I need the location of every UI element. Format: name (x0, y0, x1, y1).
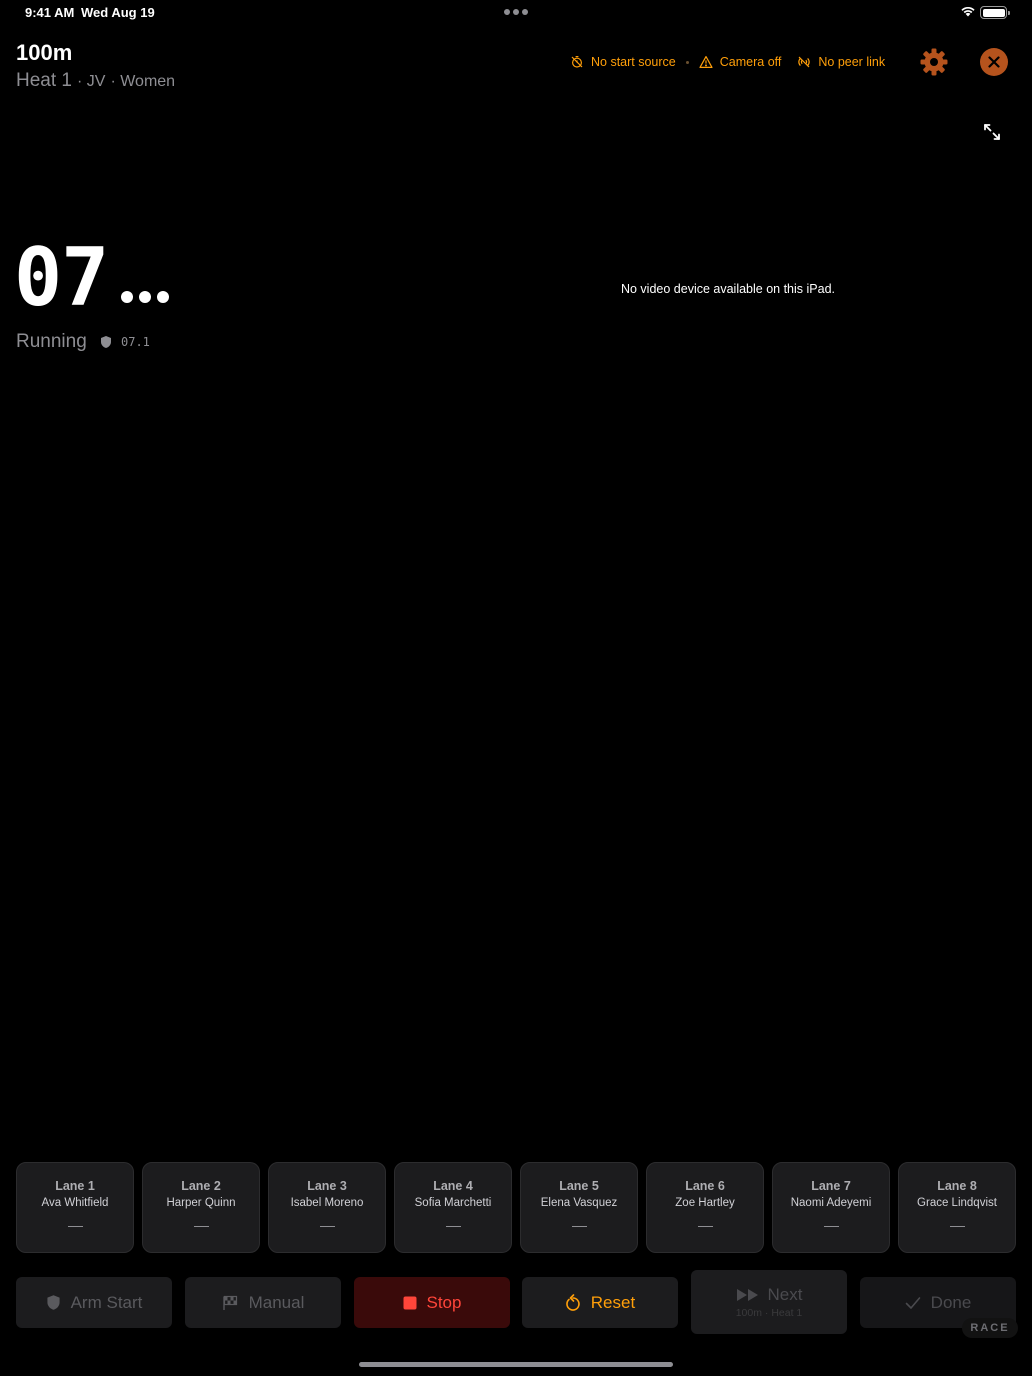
done-label: Done (930, 1292, 972, 1312)
battery-icon (980, 6, 1010, 19)
athlete-name: Grace Lindqvist (917, 1197, 997, 1209)
reset-arrow-icon (566, 1293, 580, 1311)
athlete-name: Harper Quinn (166, 1197, 236, 1209)
lane-card[interactable]: Lane 2 Harper Quinn (142, 1162, 260, 1253)
manual-button[interactable]: Manual (185, 1277, 341, 1328)
warning-triangle-icon (699, 56, 713, 68)
lane-title: Lane 5 (559, 1179, 599, 1193)
lane-time-placeholder (824, 1226, 839, 1227)
no-video-message: No video device available on this iPad. (620, 282, 836, 296)
reset-button[interactable]: Reset (522, 1277, 678, 1328)
lane-time-placeholder (446, 1226, 461, 1227)
shield-icon (47, 1295, 60, 1310)
no-start-source-icon (571, 56, 583, 68)
status-date: Wed Aug 19 (81, 5, 155, 20)
status-bar: 9:41 AM Wed Aug 19 (0, 0, 1032, 24)
shield-icon (101, 336, 111, 348)
lane-title: Lane 7 (811, 1179, 851, 1193)
lane-time-placeholder (320, 1226, 335, 1227)
lane-card[interactable]: Lane 1 Ava Whitfield (16, 1162, 134, 1253)
next-event-subtitle: 100m · Heat 1 (735, 1307, 803, 1319)
chip-separator (685, 60, 689, 64)
stop-square-icon (403, 1296, 416, 1309)
start-source-chip[interactable]: No start source (570, 55, 676, 69)
lane-title: Lane 8 (937, 1179, 977, 1193)
checkered-flag-icon (222, 1295, 237, 1310)
athlete-name: Ava Whitfield (41, 1197, 109, 1209)
lane-card[interactable]: Lane 7 Naomi Adeyemi (772, 1162, 890, 1253)
stop-label: Stop (426, 1292, 462, 1312)
lane-cards: Lane 1 Ava Whitfield Lane 2 Harper Quinn… (16, 1162, 1016, 1253)
lane-card[interactable]: Lane 4 Sofia Marchetti (394, 1162, 512, 1253)
lane-title: Lane 1 (55, 1179, 95, 1193)
lane-time-placeholder (572, 1226, 587, 1227)
peer-label: No peer link (818, 55, 886, 69)
lane-title: Lane 4 (433, 1179, 473, 1193)
lane-time-placeholder (950, 1226, 965, 1227)
no-peer-link-icon (798, 56, 811, 68)
lane-title: Lane 2 (181, 1179, 221, 1193)
start-source-label: No start source (591, 55, 676, 69)
split-time: 07.1 (121, 335, 150, 349)
lane-time-placeholder (698, 1226, 713, 1227)
heat-label: Heat 1 (16, 70, 72, 91)
camera-chip[interactable]: Camera off (699, 55, 782, 69)
lane-card[interactable]: Lane 8 Grace Lindqvist (898, 1162, 1016, 1253)
lane-time-placeholder (68, 1226, 83, 1227)
next-button[interactable]: Next 100m · Heat 1 (691, 1270, 847, 1334)
timer-truncation-ellipsis (121, 291, 169, 303)
close-button[interactable] (980, 48, 1008, 76)
fast-forward-icon (736, 1289, 758, 1301)
status-chips: No start source Camera off No peer link (570, 53, 885, 71)
lane-card[interactable]: Lane 5 Elena Vasquez (520, 1162, 638, 1253)
multitasking-dots-icon[interactable] (504, 9, 528, 15)
manual-label: Manual (248, 1292, 305, 1312)
stop-button[interactable]: Stop (354, 1277, 510, 1328)
athlete-name: Isabel Moreno (290, 1197, 364, 1209)
race-timer: 07 (14, 231, 109, 324)
arm-start-label: Arm Start (70, 1292, 143, 1312)
status-time: 9:41 AM (25, 5, 75, 20)
settings-button[interactable] (918, 46, 950, 78)
run-state-label: Running (16, 331, 87, 352)
lane-time-placeholder (194, 1226, 209, 1227)
lane-title: Lane 3 (307, 1179, 347, 1193)
lane-card[interactable]: Lane 3 Isabel Moreno (268, 1162, 386, 1253)
camera-label: Camera off (719, 55, 782, 69)
division-label: · JV (77, 73, 106, 90)
close-icon (988, 56, 1000, 68)
event-subtitle: Heat 1 · JV · Women (16, 70, 175, 92)
checkmark-icon (905, 1296, 920, 1309)
wifi-icon (961, 6, 975, 17)
athlete-name: Elena Vasquez (540, 1197, 618, 1209)
mode-tag: RACE (962, 1318, 1018, 1338)
arm-start-button[interactable]: Arm Start (16, 1277, 172, 1328)
gear-icon (920, 48, 948, 76)
lane-title: Lane 6 (685, 1179, 725, 1193)
lane-card[interactable]: Lane 6 Zoe Hartley (646, 1162, 764, 1253)
event-title: 100m (16, 40, 73, 65)
fullscreen-button[interactable] (982, 122, 1002, 142)
expand-arrows-icon (984, 124, 1000, 140)
gender-label: · Women (110, 73, 176, 90)
athlete-name: Zoe Hartley (675, 1197, 735, 1209)
next-label: Next (767, 1285, 803, 1304)
home-indicator[interactable] (359, 1362, 673, 1367)
peer-chip[interactable]: No peer link (797, 55, 885, 69)
athlete-name: Naomi Adeyemi (790, 1197, 872, 1209)
athlete-name: Sofia Marchetti (414, 1197, 492, 1209)
reset-label: Reset (590, 1292, 636, 1312)
